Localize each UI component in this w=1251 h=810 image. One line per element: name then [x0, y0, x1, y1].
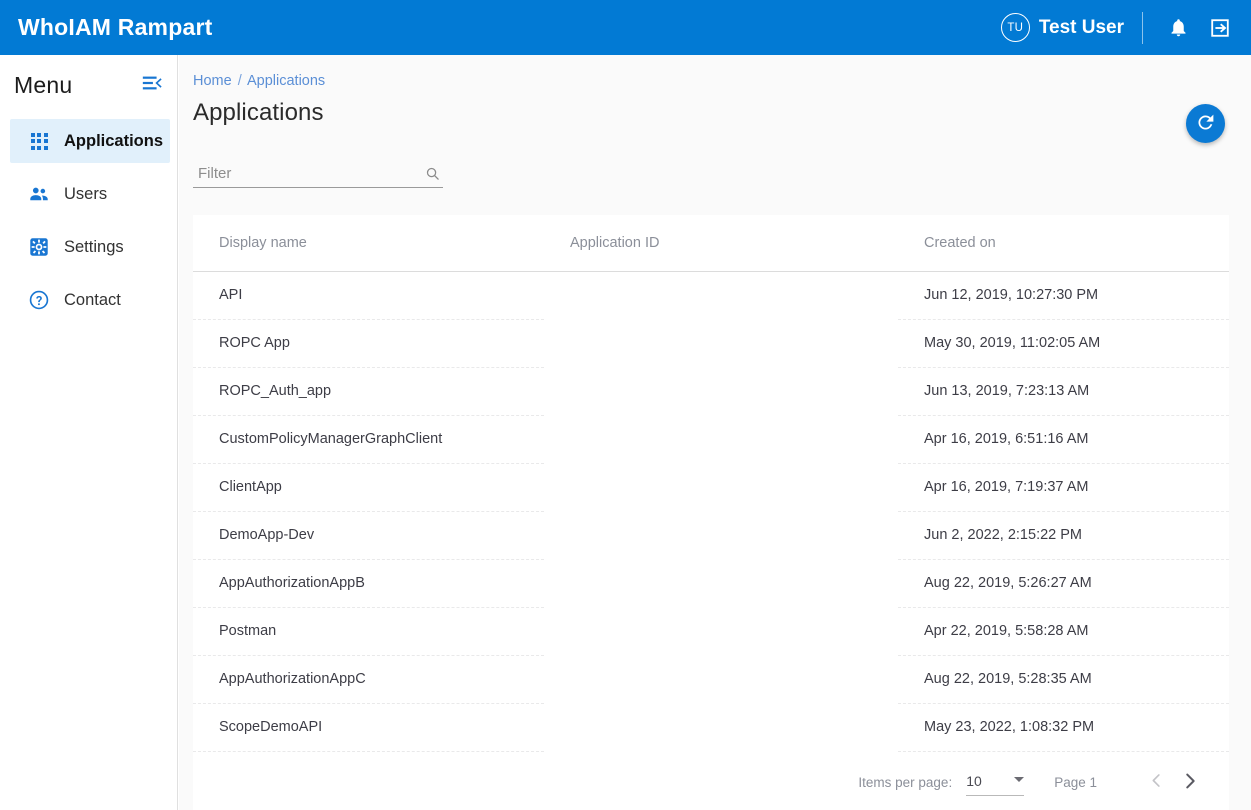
cell-display-name: ClientApp — [193, 463, 544, 511]
cell-application-id — [544, 271, 898, 319]
breadcrumb-item-home[interactable]: Home — [193, 73, 232, 89]
page-title: Applications — [193, 99, 324, 127]
sidebar-item-label: Users — [64, 185, 107, 204]
table-row[interactable]: ROPC_Auth_app Jun 13, 2019, 7:23:13 AM — [193, 367, 1229, 415]
menu-collapse-icon — [141, 72, 163, 99]
cell-application-id — [544, 655, 898, 703]
table-row[interactable]: API Jun 12, 2019, 10:27:30 PM — [193, 271, 1229, 319]
page-indicator: Page 1 — [1054, 775, 1097, 790]
people-icon — [28, 183, 50, 205]
applications-table-card: Display name Application ID Created on A… — [193, 215, 1229, 810]
sidebar: Menu Applications — [0, 55, 178, 810]
table-head: Display name Application ID Created on — [193, 215, 1229, 271]
sidebar-nav: Applications Users — [0, 119, 177, 322]
sidebar-title: Menu — [14, 72, 72, 99]
breadcrumb-separator: / — [238, 73, 242, 89]
cell-display-name: Postman — [193, 607, 544, 655]
previous-page-button[interactable] — [1139, 765, 1173, 799]
cell-created-on: Jun 13, 2019, 7:23:13 AM — [898, 367, 1229, 415]
cell-application-id — [544, 367, 898, 415]
table-row[interactable]: ClientApp Apr 16, 2019, 7:19:37 AM — [193, 463, 1229, 511]
cell-created-on: Apr 16, 2019, 7:19:37 AM — [898, 463, 1229, 511]
cell-created-on: Aug 22, 2019, 5:28:35 AM — [898, 655, 1229, 703]
cell-created-on: May 23, 2022, 1:08:32 PM — [898, 703, 1229, 751]
column-header-display-name[interactable]: Display name — [193, 215, 544, 271]
cell-application-id — [544, 511, 898, 559]
cell-application-id — [544, 703, 898, 751]
cell-created-on: Apr 16, 2019, 6:51:16 AM — [898, 415, 1229, 463]
cell-created-on: May 30, 2019, 11:02:05 AM — [898, 319, 1229, 367]
paginator: Items per page: 10 Page 1 — [193, 754, 1229, 810]
main-content: Home / Applications Applications — [179, 55, 1251, 810]
top-app-bar: WhoIAM Rampart TU Test User — [0, 0, 1251, 55]
bell-icon — [1168, 17, 1189, 38]
cell-display-name: CustomPolicyManagerGraphClient — [193, 415, 544, 463]
topbar-actions: TU Test User — [1001, 0, 1237, 55]
sidebar-item-users[interactable]: Users — [10, 172, 170, 216]
sidebar-item-label: Contact — [64, 291, 121, 310]
breadcrumb-item-applications[interactable]: Applications — [247, 73, 325, 89]
table-row[interactable]: DemoApp-Dev Jun 2, 2022, 2:15:22 PM — [193, 511, 1229, 559]
items-per-page-label: Items per page: — [858, 775, 952, 790]
refresh-button[interactable] — [1186, 104, 1225, 143]
column-header-application-id[interactable]: Application ID — [544, 215, 898, 271]
items-per-page-select[interactable]: 10 — [966, 768, 1024, 796]
logout-button[interactable] — [1203, 11, 1237, 45]
sidebar-header: Menu — [0, 61, 177, 109]
application-window: WhoIAM Rampart TU Test User — [0, 0, 1251, 810]
cell-created-on: Aug 22, 2019, 5:26:27 AM — [898, 559, 1229, 607]
gear-icon — [28, 236, 50, 258]
cell-display-name: ROPC App — [193, 319, 544, 367]
table-row[interactable]: ScopeDemoAPI May 23, 2022, 1:08:32 PM — [193, 703, 1229, 751]
chevron-right-icon — [1179, 770, 1201, 795]
cell-display-name: AppAuthorizationAppC — [193, 655, 544, 703]
filter-field[interactable] — [193, 158, 443, 188]
table-row[interactable]: ROPC App May 30, 2019, 11:02:05 AM — [193, 319, 1229, 367]
chevron-left-icon — [1147, 771, 1166, 793]
search-icon[interactable] — [425, 166, 443, 187]
sidebar-item-label: Applications — [64, 132, 163, 151]
apps-grid-icon — [28, 130, 50, 152]
cell-display-name: AppAuthorizationAppB — [193, 559, 544, 607]
logout-icon — [1209, 17, 1231, 39]
table-row[interactable]: AppAuthorizationAppB Aug 22, 2019, 5:26:… — [193, 559, 1229, 607]
cell-created-on: Jun 2, 2022, 2:15:22 PM — [898, 511, 1229, 559]
notifications-button[interactable] — [1161, 11, 1195, 45]
next-page-button[interactable] — [1173, 765, 1207, 799]
cell-created-on: Jun 12, 2019, 10:27:30 PM — [898, 271, 1229, 319]
chevron-down-icon — [1014, 777, 1024, 782]
sidebar-item-settings[interactable]: Settings — [10, 225, 170, 269]
app-brand-title: WhoIAM Rampart — [18, 14, 212, 41]
column-header-created-on[interactable]: Created on — [898, 215, 1229, 271]
avatar[interactable]: TU — [1001, 13, 1030, 42]
table-header-row: Display name Application ID Created on — [193, 215, 1229, 271]
cell-display-name: ScopeDemoAPI — [193, 703, 544, 751]
cell-application-id — [544, 463, 898, 511]
filter-input[interactable] — [193, 165, 425, 187]
refresh-icon — [1195, 112, 1216, 136]
cell-application-id — [544, 607, 898, 655]
topbar-divider — [1142, 12, 1143, 44]
help-circle-icon — [28, 289, 50, 311]
table-body: API Jun 12, 2019, 10:27:30 PM ROPC App M… — [193, 271, 1229, 751]
cell-application-id — [544, 319, 898, 367]
sidebar-item-contact[interactable]: Contact — [10, 278, 170, 322]
cell-application-id — [544, 415, 898, 463]
cell-created-on: Apr 22, 2019, 5:58:28 AM — [898, 607, 1229, 655]
sidebar-item-label: Settings — [64, 238, 124, 257]
cell-display-name: DemoApp-Dev — [193, 511, 544, 559]
cell-application-id — [544, 559, 898, 607]
table-row[interactable]: Postman Apr 22, 2019, 5:58:28 AM — [193, 607, 1229, 655]
cell-display-name: ROPC_Auth_app — [193, 367, 544, 415]
items-per-page-value: 10 — [966, 773, 982, 789]
breadcrumb: Home / Applications — [193, 73, 325, 89]
cell-display-name: API — [193, 271, 544, 319]
table-row[interactable]: CustomPolicyManagerGraphClient Apr 16, 2… — [193, 415, 1229, 463]
applications-table: Display name Application ID Created on A… — [193, 215, 1229, 752]
user-name-label[interactable]: Test User — [1039, 17, 1124, 39]
sidebar-item-applications[interactable]: Applications — [10, 119, 170, 163]
table-row[interactable]: AppAuthorizationAppC Aug 22, 2019, 5:28:… — [193, 655, 1229, 703]
sidebar-toggle-button[interactable] — [141, 72, 163, 99]
